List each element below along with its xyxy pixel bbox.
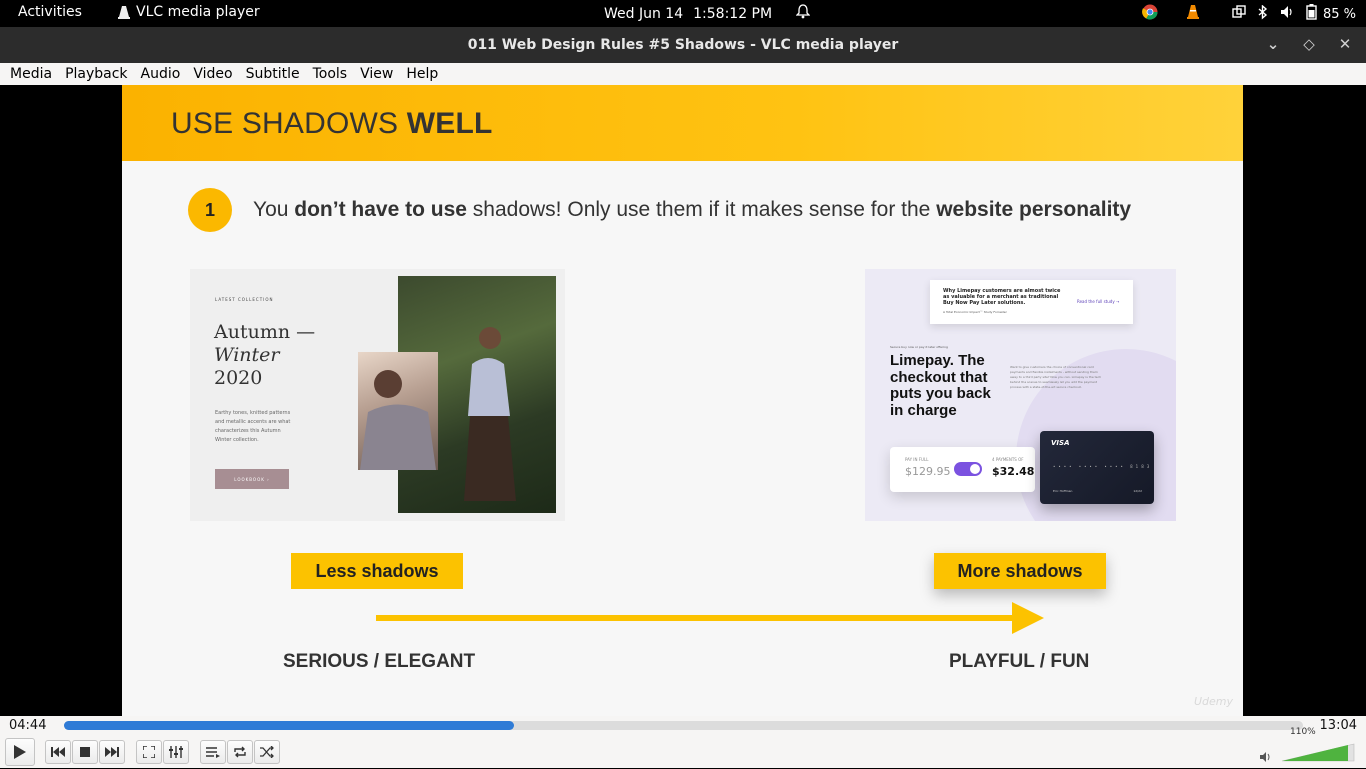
previous-button[interactable]: [45, 740, 71, 764]
collection-line3: 2020: [214, 367, 263, 389]
point-number-badge: 1: [188, 188, 232, 232]
menu-video[interactable]: Video: [193, 66, 232, 82]
menu-audio[interactable]: Audio: [141, 66, 181, 82]
video-area[interactable]: USE SHADOWS WELL 1 You don’t have to use…: [0, 85, 1366, 716]
total-time[interactable]: 13:04: [1320, 718, 1357, 733]
pay-full-value: $129.95: [905, 465, 951, 478]
seek-bar-fill: [64, 721, 514, 730]
window-title: 011 Web Design Rules #5 Shadows - VLC me…: [467, 37, 899, 53]
app-menu[interactable]: VLC media player: [118, 4, 260, 20]
slide-title-bold: WELL: [406, 107, 493, 140]
elegant-site-screenshot: LATEST COLLECTION Autumn — Winter 2020 E…: [190, 269, 565, 521]
menu-tools[interactable]: Tools: [313, 66, 348, 82]
scale-right-label: PLAYFUL / FUN: [949, 651, 1090, 672]
payments-value: $32.48: [992, 465, 1035, 478]
play-button[interactable]: [5, 738, 35, 766]
elapsed-time[interactable]: 04:44: [9, 718, 46, 733]
point-text-2: don’t have to use: [294, 198, 467, 221]
chevron-down-icon[interactable]: ⌄: [1266, 35, 1280, 53]
close-icon[interactable]: ✕: [1338, 35, 1352, 53]
point-text-1: You: [253, 198, 295, 221]
slide: USE SHADOWS WELL 1 You don’t have to use…: [122, 85, 1243, 716]
collection-desc: Earthy tones, knitted patterns and metal…: [215, 410, 291, 443]
seek-bar[interactable]: [64, 721, 1303, 730]
vlc-tray-icon[interactable]: [1186, 4, 1200, 24]
collection-title: Autumn — Winter 2020: [214, 321, 315, 390]
control-buttons: [5, 738, 281, 766]
volume-percent: 110%: [1290, 727, 1316, 737]
limepay-body: Want to give customers the choice of con…: [1010, 365, 1102, 389]
payment-toggle: [954, 462, 982, 476]
fullscreen-button[interactable]: [136, 740, 162, 764]
bell-icon: [795, 4, 811, 23]
lookbook-button: LOOKBOOK ›: [215, 469, 289, 489]
model-photo-small: [358, 352, 438, 470]
point-text-3: shadows! Only use them if it makes sense…: [466, 198, 937, 221]
bluetooth-icon[interactable]: [1258, 3, 1268, 24]
system-top-bar: Activities VLC media player Wed Jun 14 1…: [0, 0, 1366, 27]
card-holder: Eric Hoffman: [1053, 489, 1073, 493]
quote-card: Why Limepay customers are almost twice a…: [930, 280, 1133, 324]
point-text: You don’t have to use shadows! Only use …: [253, 198, 1131, 222]
battery-percent: 85 %: [1322, 6, 1356, 22]
menu-media[interactable]: Media: [10, 66, 52, 82]
card-expiry: 12/22: [1133, 489, 1142, 493]
collection-kicker: LATEST COLLECTION: [215, 297, 274, 302]
limepay-tag: Secure buy now or pay it later offering: [890, 345, 948, 349]
collection-line1: Autumn —: [214, 321, 316, 343]
speaker-icon: [1260, 752, 1270, 762]
menu-playback[interactable]: Playback: [65, 66, 127, 82]
quote-source: A Total Economic Impact™ Study Forrester: [943, 310, 1007, 314]
menu-subtitle[interactable]: Subtitle: [246, 66, 300, 82]
payment-card: PAY IN FULL $129.95 4 PAYMENTS OF $32.48: [890, 447, 1035, 492]
more-shadows-label: More shadows: [934, 553, 1106, 589]
shuffle-button[interactable]: [254, 740, 280, 764]
card-brand: VISA: [1051, 439, 1070, 447]
scale-arrow: [376, 602, 1044, 634]
slide-title: USE SHADOWS WELL: [171, 107, 493, 141]
stop-button[interactable]: [72, 740, 98, 764]
slide-header: USE SHADOWS WELL: [122, 85, 1243, 161]
next-button[interactable]: [99, 740, 125, 764]
activities-button[interactable]: Activities: [18, 4, 82, 20]
playful-site-screenshot: Why Limepay customers are almost twice a…: [865, 269, 1176, 521]
loop-button[interactable]: [227, 740, 253, 764]
volume-icon[interactable]: [1280, 5, 1294, 23]
slide-title-normal: USE SHADOWS: [171, 107, 407, 140]
volume-slider[interactable]: [1258, 741, 1358, 765]
menu-view[interactable]: View: [360, 66, 393, 82]
payments-label: 4 PAYMENTS OF: [992, 457, 1024, 462]
system-tray[interactable]: 85 %: [1142, 3, 1356, 24]
menu-bar: Media Playback Audio Video Subtitle Tool…: [0, 63, 1366, 85]
vlc-cone-icon: [118, 5, 130, 19]
collection-line2: Winter: [214, 344, 280, 366]
window-titlebar[interactable]: 011 Web Design Rules #5 Shadows - VLC me…: [0, 27, 1366, 63]
less-shadows-label: Less shadows: [291, 553, 463, 589]
extended-settings-button[interactable]: [163, 740, 189, 764]
pay-full-label: PAY IN FULL: [905, 457, 929, 462]
clock-time: 1:58:12 PM: [693, 5, 773, 22]
menu-help[interactable]: Help: [406, 66, 438, 82]
playlist-button[interactable]: [200, 740, 226, 764]
clock-date: Wed Jun 14: [604, 5, 684, 22]
app-name: VLC media player: [136, 4, 260, 20]
udemy-watermark: Udemy: [1193, 695, 1233, 708]
scale-left-label: SERIOUS / ELEGANT: [283, 651, 476, 672]
quote-text: Why Limepay customers are almost twice a…: [943, 288, 1061, 306]
chrome-icon[interactable]: [1142, 4, 1158, 24]
restore-icon[interactable]: ◇: [1302, 35, 1316, 53]
player-controls: 04:44 13:04 110%: [0, 716, 1366, 768]
visa-card: VISA •••• •••• •••• 8183 Eric Hoffman 12…: [1040, 431, 1154, 504]
card-digits: •••• •••• •••• 8183: [1053, 464, 1153, 469]
quote-link: Read the full study →: [1077, 299, 1120, 304]
limepay-headline: Limepay. The checkout that puts you back…: [890, 352, 991, 419]
screens-icon[interactable]: [1232, 5, 1246, 23]
battery-icon[interactable]: [1306, 4, 1317, 24]
clock[interactable]: Wed Jun 14 1:58:12 PM: [604, 4, 811, 23]
point-text-4: website personality: [936, 198, 1132, 221]
